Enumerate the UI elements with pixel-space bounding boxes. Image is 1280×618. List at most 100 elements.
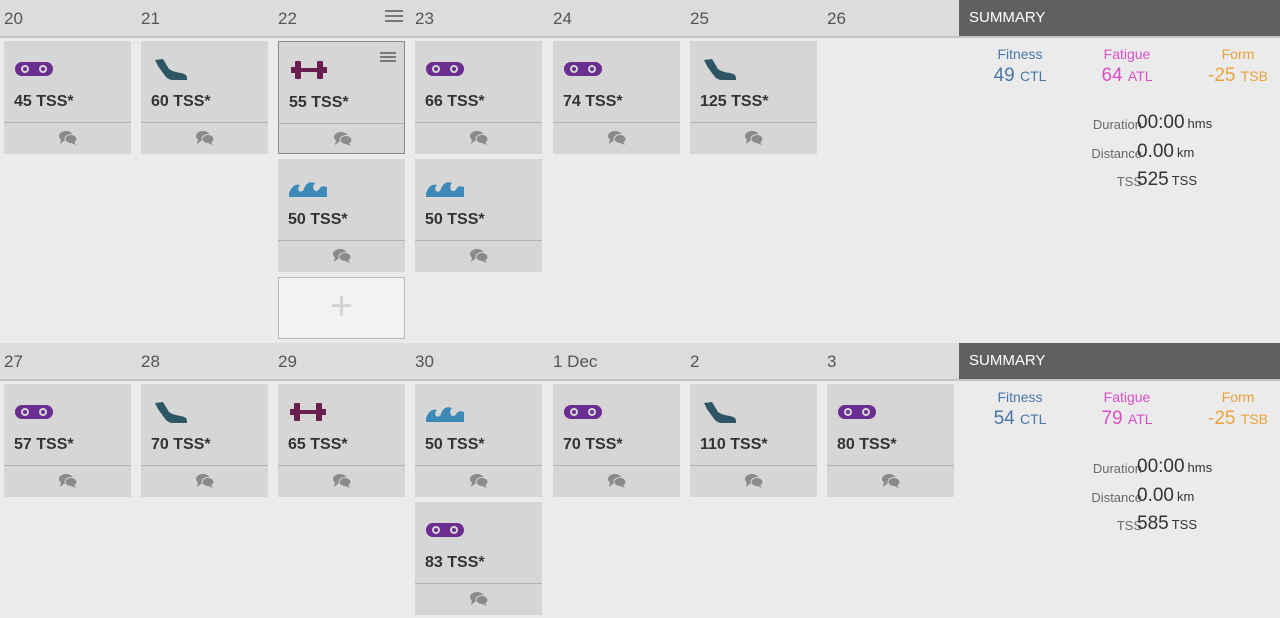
duration-stat: Duration 00:00 hms: [1030, 456, 1250, 480]
comment-icon[interactable]: [58, 130, 78, 146]
comment-icon[interactable]: [195, 473, 215, 489]
form-metric: Form -25 TSB: [1183, 389, 1280, 430]
day-menu-icon[interactable]: [385, 10, 403, 22]
bike-icon: [425, 518, 465, 542]
card-divider: [278, 465, 405, 466]
distance-stat: Distance 0.00 km: [1030, 485, 1250, 509]
workout-card[interactable]: 110 TSS*: [690, 384, 817, 497]
workout-tss: 60 TSS*: [151, 93, 211, 110]
workout-card[interactable]: 83 TSS*: [415, 502, 542, 615]
bike-icon: [425, 57, 465, 81]
run-icon: [700, 400, 740, 424]
comment-icon[interactable]: [195, 130, 215, 146]
comment-icon[interactable]: [469, 591, 489, 607]
comment-icon[interactable]: [469, 248, 489, 264]
day-number: 1 Dec: [553, 352, 598, 371]
add-workout-button[interactable]: +: [278, 277, 405, 339]
workout-card[interactable]: 66 TSS*: [415, 41, 542, 154]
duration-value: 00:00 hms: [1137, 112, 1212, 134]
day-number: 22: [278, 9, 297, 28]
bike-icon: [14, 57, 54, 81]
workout-card[interactable]: 80 TSS*: [827, 384, 954, 497]
workout-card[interactable]: 60 TSS*: [141, 41, 268, 154]
bike-icon: [563, 57, 603, 81]
workout-tss: 83 TSS*: [425, 554, 485, 571]
workout-card[interactable]: 70 TSS*: [553, 384, 680, 497]
workout-card[interactable]: 57 TSS*: [4, 384, 131, 497]
workout-tss: 125 TSS*: [700, 93, 769, 110]
form-number: -25: [1208, 65, 1236, 86]
comment-icon[interactable]: [607, 473, 627, 489]
distance-number: 0.00: [1137, 485, 1174, 506]
day-number: 27: [4, 352, 23, 371]
fitness-metric: Fitness 49 CTL: [965, 46, 1075, 87]
workout-card[interactable]: 55 TSS*: [278, 41, 405, 154]
run-icon: [151, 57, 191, 81]
fatigue-number: 64: [1101, 65, 1123, 86]
card-divider: [279, 123, 404, 124]
form-unit: TSB: [1240, 411, 1268, 427]
distance-label: Distance: [1091, 490, 1142, 505]
tss-value: 585 TSS: [1137, 513, 1197, 535]
tss-stat: TSS 525 TSS: [1030, 169, 1250, 193]
comment-icon[interactable]: [333, 131, 353, 147]
comment-icon[interactable]: [744, 473, 764, 489]
workout-tss: 80 TSS*: [837, 436, 897, 453]
card-divider: [827, 465, 954, 466]
distance-unit: km: [1176, 145, 1195, 160]
day-number: 24: [553, 9, 572, 28]
workout-card[interactable]: 50 TSS*: [415, 159, 542, 272]
card-divider: [415, 122, 542, 123]
day-number: 29: [278, 352, 297, 371]
distance-number: 0.00: [1137, 141, 1174, 162]
fatigue-value: 79 ATL: [1072, 408, 1182, 430]
workout-card[interactable]: 50 TSS*: [278, 159, 405, 272]
workout-card[interactable]: 74 TSS*: [553, 41, 680, 154]
comment-icon[interactable]: [58, 473, 78, 489]
workout-card[interactable]: 45 TSS*: [4, 41, 131, 154]
form-value: -25 TSB: [1183, 408, 1280, 430]
fitness-number: 49: [993, 65, 1015, 86]
card-divider: [415, 583, 542, 584]
card-menu-icon[interactable]: [380, 52, 396, 64]
swim-icon: [425, 400, 465, 424]
fitness-value: 49 CTL: [965, 65, 1075, 87]
form-label: Form: [1221, 46, 1255, 62]
comment-icon[interactable]: [332, 248, 352, 264]
comment-icon[interactable]: [607, 130, 627, 146]
duration-value: 00:00 hms: [1137, 456, 1212, 478]
comment-icon[interactable]: [469, 130, 489, 146]
workout-tss: 55 TSS*: [289, 94, 349, 111]
card-divider: [4, 465, 131, 466]
week-header: 20 21 22 23 24 25 26 SUMMARY: [0, 0, 1280, 38]
workout-tss: 110 TSS*: [700, 436, 768, 453]
comment-icon[interactable]: [744, 130, 764, 146]
distance-unit: km: [1176, 489, 1195, 504]
workout-tss: 66 TSS*: [425, 93, 485, 110]
comment-icon[interactable]: [332, 473, 352, 489]
duration-number: 00:00: [1137, 112, 1185, 133]
card-divider: [690, 122, 817, 123]
workout-tss: 57 TSS*: [14, 436, 74, 453]
workout-card[interactable]: 125 TSS*: [690, 41, 817, 154]
day-number: 25: [690, 9, 709, 28]
day-number: 2: [690, 352, 700, 371]
workout-card[interactable]: 65 TSS*: [278, 384, 405, 497]
week-row: 27 28 29 30 1 Dec 2 3 SUMMARY 57 TSS* 70 TSS* 65 T…: [0, 343, 1280, 618]
fatigue-unit: ATL: [1127, 68, 1153, 84]
duration-stat: Duration 00:00 hms: [1030, 112, 1250, 136]
duration-label: Duration: [1092, 117, 1142, 132]
workout-card[interactable]: 50 TSS*: [415, 384, 542, 497]
distance-stat: Distance 0.00 km: [1030, 141, 1250, 165]
fitness-value: 54 CTL: [965, 408, 1075, 430]
tss-number: 585: [1137, 513, 1169, 534]
bike-icon: [837, 400, 877, 424]
tss-unit: TSS: [1171, 517, 1197, 532]
workout-card[interactable]: 70 TSS*: [141, 384, 268, 497]
duration-unit: hms: [1187, 460, 1213, 475]
strength-icon: [289, 58, 329, 82]
form-number: -25: [1208, 408, 1236, 429]
comment-icon[interactable]: [469, 473, 489, 489]
comment-icon[interactable]: [881, 473, 901, 489]
duration-number: 00:00: [1137, 456, 1185, 477]
